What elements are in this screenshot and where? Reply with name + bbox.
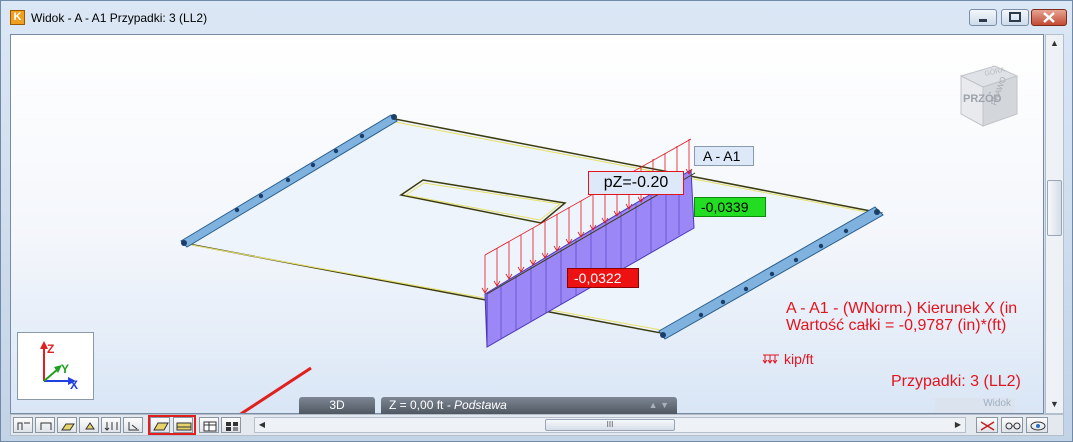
window-title: Widok - A - A1 Przypadki: 3 (LL2): [31, 11, 208, 25]
maximize-icon: [1009, 12, 1021, 22]
scroll-up-icon[interactable]: ▲: [1046, 35, 1063, 52]
axis-y-label: Y: [61, 362, 69, 376]
panel-cut-button[interactable]: [173, 417, 193, 433]
level-selector[interactable]: Z = 0,00 ft - Podstawa ▲ ▼: [381, 397, 677, 414]
view-3d-button[interactable]: 3D: [299, 397, 375, 414]
level-value: Z = 0,00 ft: [389, 398, 444, 412]
view-cube-shape: PRZÓD GÓRA PRAWO: [959, 65, 1019, 127]
horizontal-scroll-thumb[interactable]: III: [545, 419, 675, 431]
grid-button[interactable]: [221, 417, 241, 433]
view-cube[interactable]: PRZÓD GÓRA PRAWO: [951, 54, 1026, 129]
table-icon: [203, 421, 217, 432]
annotation-arrow: [239, 366, 312, 413]
close-button[interactable]: [1031, 9, 1067, 26]
axis-x-label: X: [70, 378, 78, 392]
minimize-icon: [979, 19, 987, 22]
glasses-button[interactable]: [1001, 417, 1023, 433]
scroll-down-icon[interactable]: ▼: [1046, 396, 1063, 413]
application-window: K Widok - A - A1 Przypadki: 3 (LL2) A - …: [0, 0, 1073, 442]
axis-z-label: Z: [47, 342, 54, 356]
panel-numbers-icon: [61, 423, 75, 431]
level-arrows-icon[interactable]: ▲ ▼: [649, 397, 669, 414]
node-numbers-button[interactable]: [13, 417, 33, 433]
result-integral: Wartość całki = -0,9787 (in)*(ft): [786, 317, 1007, 334]
bar-numbers-icon: [40, 422, 52, 430]
max-value-label: -0,0339: [694, 197, 766, 217]
app-icon: K: [10, 10, 25, 25]
node-numbers-icon: [17, 422, 30, 430]
unit-label: kip/ft: [784, 351, 814, 367]
panel-cut-icon: [176, 422, 192, 431]
eye-icon: [1030, 421, 1046, 431]
panel-display-button[interactable]: [150, 417, 170, 433]
vertical-scroll-thumb[interactable]: [1047, 180, 1062, 236]
display-toggle-icon: [980, 421, 995, 431]
view-window-label: Widok: [935, 398, 1015, 413]
min-value-label: -0,0322: [567, 268, 639, 288]
scroll-right-icon[interactable]: ▶: [951, 418, 965, 432]
minimize-button[interactable]: [969, 9, 997, 26]
toggle-display-button[interactable]: [976, 417, 998, 433]
distributed-load-icon: [762, 354, 779, 364]
result-title: A - A1 - (WNorm.) Kierunek X (in: [786, 300, 1018, 317]
glasses-icon: [1005, 422, 1021, 430]
maximize-button[interactable]: [1001, 9, 1029, 26]
panel-numbers-button[interactable]: [57, 417, 77, 433]
cases-label: Przypadki: 3 (LL2): [891, 373, 1021, 390]
3d-viewport[interactable]: A - A1 pZ=-0.20 -0,0339 -0,0322 A - A1 -…: [10, 34, 1044, 414]
supports-icon: [85, 422, 95, 430]
level-name: - Podstawa: [446, 398, 507, 412]
axes-indicator: Z Y X: [17, 332, 94, 400]
visibility-button[interactable]: [1026, 417, 1048, 433]
grid-icon: [226, 422, 238, 431]
panel-display-icon: [153, 422, 169, 431]
section-button[interactable]: [123, 417, 143, 433]
horizontal-scrollbar[interactable]: ◀ III ▶: [254, 417, 966, 433]
bottom-toolbar: ◀ III ▶: [10, 414, 1064, 436]
load-value-label[interactable]: pZ=-0.20: [588, 171, 684, 195]
scroll-left-icon[interactable]: ◀: [255, 418, 269, 432]
title-bar[interactable]: K Widok - A - A1 Przypadki: 3 (LL2): [1, 1, 1072, 33]
supports-button[interactable]: [79, 417, 99, 433]
bar-numbers-button[interactable]: [35, 417, 55, 433]
loads-button[interactable]: [101, 417, 121, 433]
model-drawing: [180, 114, 884, 413]
table-button[interactable]: [199, 417, 219, 433]
axes-icon: Z Y X: [40, 341, 78, 392]
close-icon: [1043, 12, 1055, 23]
section-label[interactable]: A - A1: [694, 146, 754, 166]
vertical-scrollbar[interactable]: ▲ ▼: [1045, 34, 1064, 414]
section-icon: [128, 422, 139, 431]
loads-icon: [104, 422, 118, 431]
